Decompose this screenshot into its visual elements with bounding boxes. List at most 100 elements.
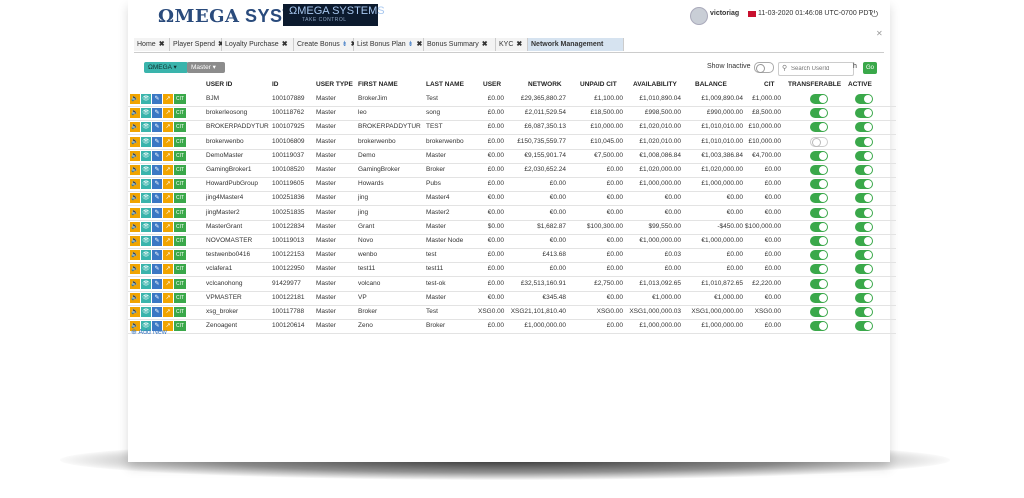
transferable-toggle[interactable] (810, 250, 828, 261)
transferable-toggle[interactable] (810, 221, 828, 232)
open-icon[interactable]: ↗ (163, 165, 173, 175)
username[interactable]: victoriag (710, 10, 739, 17)
table-row[interactable]: 🔈 👁 ✎ ↗ CIT vclcanohong 91429977 Master volcano t… (128, 277, 896, 292)
table-row[interactable]: 🔈 👁 ✎ ↗ CIT Zenoagent 100120614 Master Zeno Broke… (128, 319, 896, 335)
open-icon[interactable]: ↗ (163, 108, 173, 119)
edit-icon[interactable]: ✎ (152, 250, 162, 261)
transferable-toggle[interactable] (810, 264, 828, 275)
transferable-toggle[interactable] (810, 193, 828, 204)
active-toggle[interactable] (855, 250, 873, 261)
table-row[interactable]: 🔈 👁 ✎ ↗ CIT jingMaster2 100251835 Master jing Mas… (128, 206, 896, 221)
column-header-id[interactable]: ID (272, 78, 279, 92)
tab-kyc[interactable]: KYC ✖ (496, 38, 528, 51)
active-toggle[interactable] (855, 264, 873, 275)
cit-button[interactable]: CIT (174, 179, 186, 190)
mute-icon[interactable]: 🔈 (130, 136, 140, 147)
edit-icon[interactable]: ✎ (152, 292, 162, 303)
open-icon[interactable]: ↗ (163, 179, 173, 190)
edit-icon[interactable]: ✎ (152, 179, 162, 190)
column-header-first-name[interactable]: FIRST NAME (358, 78, 398, 92)
column-header-balance[interactable]: BALANCE (695, 78, 727, 92)
active-toggle[interactable] (855, 136, 873, 147)
column-header-last-name[interactable]: LAST NAME (426, 78, 464, 92)
open-icon[interactable]: ↗ (163, 122, 173, 133)
table-row[interactable]: 🔈 👁 ✎ ↗ CIT vclafera1 100122950 Master test11 tes… (128, 262, 896, 278)
close-tab-icon[interactable]: ✖ (416, 41, 422, 48)
cit-button[interactable]: CIT (174, 122, 186, 133)
view-icon[interactable]: 👁 (141, 307, 151, 317)
cit-button[interactable]: CIT (174, 136, 186, 147)
table-row[interactable]: 🔈 👁 ✎ ↗ CIT MasterGrant 100122834 Master Grant Ma… (128, 220, 896, 235)
cit-button[interactable]: CIT (174, 236, 186, 246)
view-icon[interactable]: 👁 (141, 94, 151, 104)
transferable-toggle[interactable] (810, 108, 828, 119)
view-icon[interactable]: 👁 (141, 150, 151, 161)
transferable-toggle[interactable] (810, 165, 828, 175)
view-icon[interactable]: 👁 (141, 278, 151, 289)
transferable-toggle[interactable] (810, 292, 828, 303)
mute-icon[interactable]: 🔈 (130, 150, 140, 161)
mute-icon[interactable]: 🔈 (130, 108, 140, 119)
view-icon[interactable]: 👁 (141, 236, 151, 246)
mute-icon[interactable]: 🔈 (130, 278, 140, 289)
view-icon[interactable]: 👁 (141, 250, 151, 261)
power-icon[interactable]: ⏻ (871, 9, 878, 20)
edit-icon[interactable]: ✎ (152, 136, 162, 147)
close-tab-icon[interactable]: ✖ (159, 41, 165, 48)
active-toggle[interactable] (855, 321, 873, 332)
view-icon[interactable]: 👁 (141, 193, 151, 204)
cit-button[interactable]: CIT (174, 250, 186, 261)
open-icon[interactable]: ↗ (163, 292, 173, 303)
active-toggle[interactable] (855, 236, 873, 246)
table-row[interactable]: 🔈 👁 ✎ ↗ CIT xsg_broker 100117788 Master Broker Te… (128, 305, 896, 320)
table-row[interactable]: 🔈 👁 ✎ ↗ CIT HowardPubGroup 100119605 Master Howa… (128, 177, 896, 193)
open-icon[interactable]: ↗ (163, 221, 173, 232)
table-row[interactable]: 🔈 👁 ✎ ↗ CIT VPMASTER 100122181 Master VP Master €0… (128, 291, 896, 306)
edit-icon[interactable]: ✎ (152, 108, 162, 119)
column-header-cit[interactable]: CIT (764, 78, 774, 92)
view-icon[interactable]: 👁 (141, 108, 151, 119)
cit-button[interactable]: CIT (174, 150, 186, 161)
view-icon[interactable]: 👁 (141, 207, 151, 218)
edit-icon[interactable]: ✎ (152, 193, 162, 204)
view-icon[interactable]: 👁 (141, 221, 151, 232)
show-inactive-toggle[interactable] (754, 62, 774, 73)
tab-list-bonus-plan[interactable]: List Bonus Plan ⇟ ✖ (354, 38, 424, 51)
mute-icon[interactable]: 🔈 (130, 193, 140, 204)
active-toggle[interactable] (855, 94, 873, 104)
tab-create-bonus[interactable]: Create Bonus ⇟✖ (294, 38, 357, 51)
edit-icon[interactable]: ✎ (152, 165, 162, 175)
close-tab-icon[interactable]: ✖ (282, 41, 288, 48)
active-toggle[interactable] (855, 165, 873, 175)
view-icon[interactable]: 👁 (141, 264, 151, 275)
close-tab-icon[interactable]: ✖ (482, 41, 488, 48)
open-icon[interactable]: ↗ (163, 136, 173, 147)
open-icon[interactable]: ↗ (163, 250, 173, 261)
view-icon[interactable]: 👁 (141, 292, 151, 303)
add-new-link[interactable]: ⊕ Add New (131, 328, 167, 336)
user-type-dropdown[interactable]: Master ▾ (187, 62, 225, 73)
transferable-toggle[interactable] (810, 307, 828, 317)
edit-icon[interactable]: ✎ (152, 264, 162, 275)
mute-icon[interactable]: 🔈 (130, 264, 140, 275)
column-header-user-type[interactable]: USER TYPE (316, 78, 353, 92)
mute-icon[interactable]: 🔈 (130, 307, 140, 317)
search-mode-icon[interactable]: h (853, 63, 857, 70)
cit-button[interactable]: CIT (174, 108, 186, 119)
table-row[interactable]: 🔈 👁 ✎ ↗ CIT testwenbo0416 100122153 Master wenbo… (128, 248, 896, 264)
open-icon[interactable]: ↗ (163, 207, 173, 218)
brand-dropdown[interactable]: ΩMEGA ▾ (144, 62, 188, 73)
transferable-toggle[interactable] (810, 179, 828, 190)
column-header-transferable[interactable]: TRANSFERABLE (788, 78, 841, 92)
tab-loyalty-purchase[interactable]: Loyalty Purchase ✖ (222, 38, 294, 51)
cit-button[interactable]: CIT (174, 165, 186, 175)
cit-button[interactable]: CIT (174, 292, 186, 303)
view-icon[interactable]: 👁 (141, 179, 151, 190)
view-icon[interactable]: 👁 (141, 136, 151, 147)
close-tab-icon[interactable]: ✖ (516, 41, 522, 48)
cit-button[interactable]: CIT (174, 264, 186, 275)
cit-button[interactable]: CIT (174, 193, 186, 204)
open-icon[interactable]: ↗ (163, 193, 173, 204)
table-row[interactable]: 🔈 👁 ✎ ↗ CIT brokerwenbo 100106809 Master brokerw… (128, 135, 896, 150)
mute-icon[interactable]: 🔈 (130, 221, 140, 232)
